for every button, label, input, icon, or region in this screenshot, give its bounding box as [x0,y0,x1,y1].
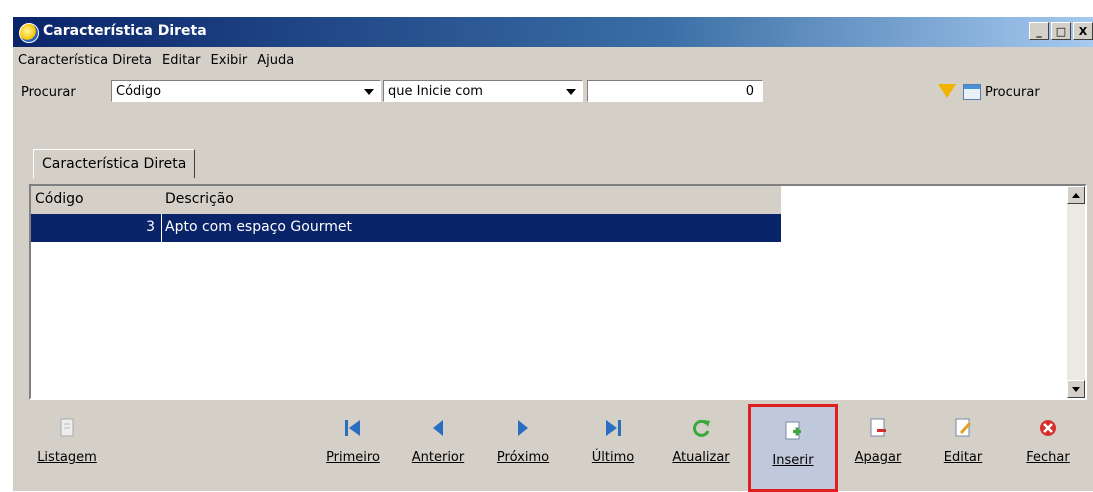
last-record-icon [602,418,624,438]
ultimo-button[interactable]: Último [583,404,643,492]
grid-header: Código Descrição [31,186,781,214]
listagem-button[interactable]: Listagem [27,404,107,492]
table-row[interactable]: 3 Apto com espaço Gourmet [31,214,781,242]
cell-codigo: 3 [146,219,155,235]
inserir-button[interactable]: Inserir [748,404,838,492]
document-icon [56,418,78,438]
menu-caracteristica[interactable]: Característica Direta [18,53,152,68]
search-bar: Procurar Código que Inicie com 0 Procura… [13,76,1093,106]
delete-icon [867,418,889,438]
previous-record-icon [427,418,449,438]
minimize-button[interactable]: _ [1029,22,1049,40]
window-title: Característica Direta [43,23,207,39]
menu-bar: Característica Direta Editar Exibir Ajud… [13,48,1093,72]
atualizar-button[interactable]: Atualizar [661,404,741,492]
chevron-down-icon [566,89,576,95]
primeiro-button[interactable]: Primeiro [318,404,388,492]
arrow-down-icon [1072,387,1080,392]
results-grid: Código Descrição 3 Apto com espaço Gourm… [29,184,1087,400]
chevron-down-icon [364,89,374,95]
vertical-scrollbar[interactable] [1067,186,1085,398]
scroll-down-button[interactable] [1067,380,1085,398]
filter-icon[interactable] [938,84,956,98]
app-icon [19,23,39,43]
insert-icon [782,421,804,441]
search-label: Procurar [21,85,76,100]
bottom-toolbar: Listagem Primeiro Anterior Próximo Últim… [13,404,1093,492]
fechar-button[interactable]: Fechar [1013,404,1083,492]
close-icon [1037,418,1059,438]
fechar-label: Fechar [1026,450,1070,465]
inserir-label: Inserir [772,453,814,468]
first-record-icon [342,418,364,438]
maximize-button[interactable]: □ [1051,22,1071,40]
scroll-up-button[interactable] [1067,186,1085,204]
close-button[interactable]: X [1073,22,1093,40]
search-button[interactable]: Procurar [963,81,1040,103]
edit-icon [952,418,974,438]
search-value: 0 [745,84,754,99]
editar-button[interactable]: Editar [933,404,993,492]
menu-editar[interactable]: Editar [162,53,201,68]
calendar-icon [963,84,981,100]
next-record-icon [512,418,534,438]
proximo-button[interactable]: Próximo [488,404,558,492]
menu-ajuda[interactable]: Ajuda [257,53,294,68]
editar-label: Editar [943,450,983,465]
search-field-value: Código [116,84,162,99]
refresh-icon [690,418,712,438]
column-header-descricao[interactable]: Descrição [165,191,234,207]
search-button-label: Procurar [985,84,1040,100]
proximo-label: Próximo [496,450,550,465]
anterior-label: Anterior [411,450,465,465]
tab-caracteristica[interactable]: Característica Direta [33,149,196,178]
apagar-button[interactable]: Apagar [843,404,913,492]
title-bar[interactable]: Característica Direta _ □ X [13,17,1093,47]
column-header-codigo[interactable]: Código [35,191,84,207]
menu-exibir[interactable]: Exibir [211,53,248,68]
ultimo-label: Último [591,450,635,465]
main-window: Característica Direta _ □ X Característi… [12,16,1093,492]
anterior-button[interactable]: Anterior [403,404,473,492]
column-divider [161,214,162,242]
listagem-label: Listagem [37,450,97,465]
arrow-up-icon [1072,193,1080,198]
search-condition-value: que Inicie com [388,84,483,99]
cell-descricao: Apto com espaço Gourmet [165,219,352,235]
search-value-input[interactable]: 0 [587,80,763,102]
search-condition-select[interactable]: que Inicie com [383,80,583,102]
search-field-select[interactable]: Código [111,80,381,102]
primeiro-label: Primeiro [326,450,380,465]
apagar-label: Apagar [854,450,902,465]
atualizar-label: Atualizar [672,450,730,465]
